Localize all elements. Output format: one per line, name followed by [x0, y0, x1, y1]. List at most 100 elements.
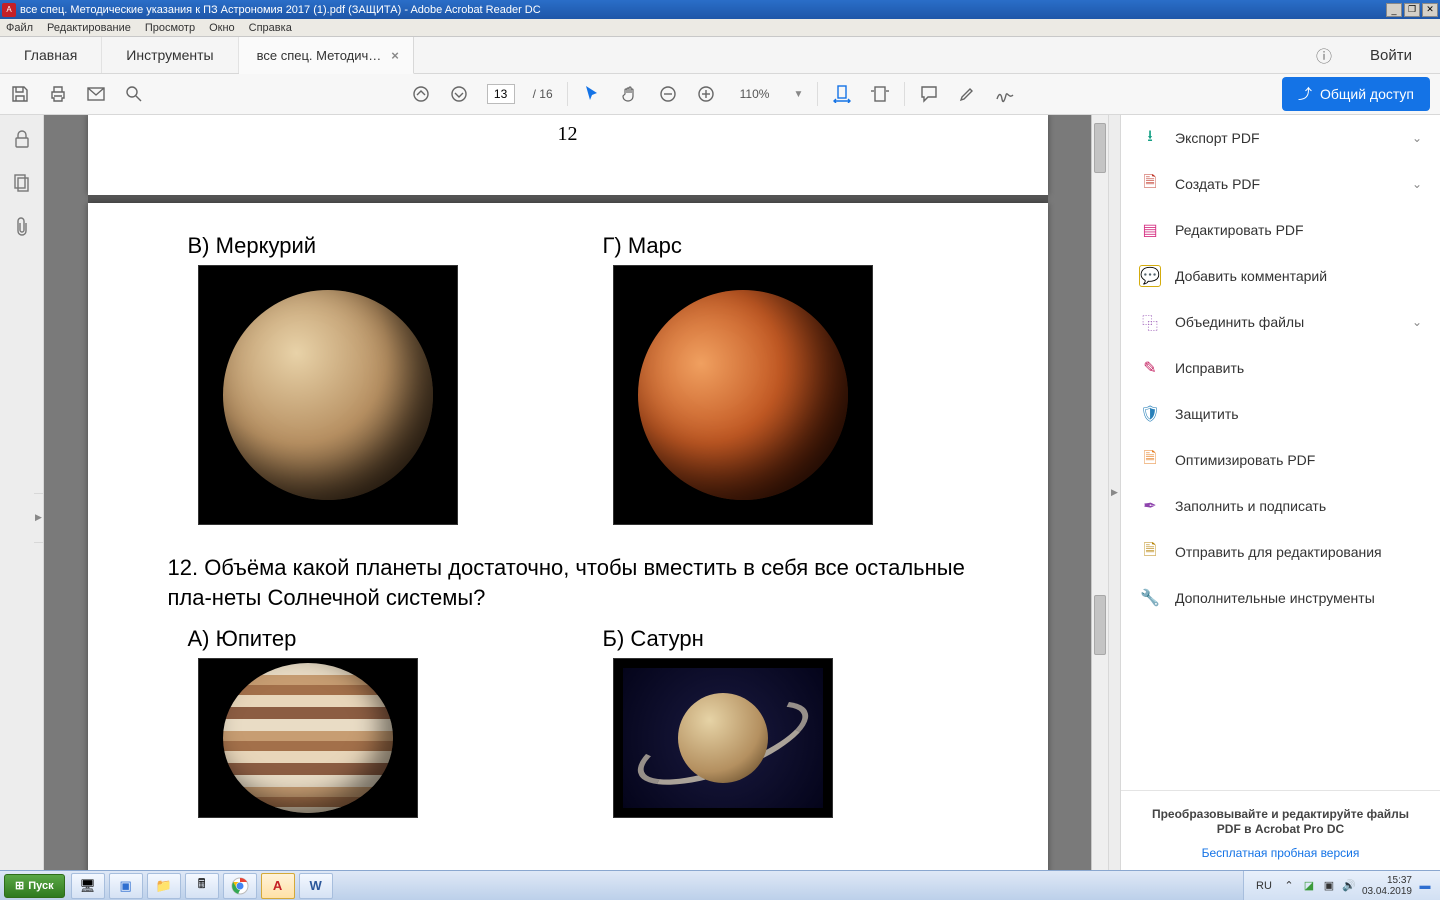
tray-network-icon[interactable]: ◪ — [1302, 879, 1316, 893]
tool-icon: ✒ — [1139, 495, 1161, 517]
promo-link[interactable]: Бесплатная пробная версия — [1139, 846, 1422, 860]
print-icon[interactable] — [48, 84, 68, 104]
mail-icon[interactable] — [86, 84, 106, 104]
save-icon[interactable] — [10, 84, 30, 104]
maximize-button[interactable]: ❐ — [1404, 3, 1420, 17]
tool-row-8[interactable]: ✒ Заполнить и подписать — [1121, 483, 1440, 529]
taskbar-calculator[interactable]: 🖩 — [185, 873, 219, 899]
thumbnails-icon[interactable] — [12, 173, 32, 193]
tool-row-7[interactable]: 🗎 Оптимизировать PDF — [1121, 437, 1440, 483]
select-tool-icon[interactable] — [582, 84, 602, 104]
highlight-icon[interactable] — [957, 84, 977, 104]
scrollbar-thumb[interactable] — [1094, 595, 1106, 655]
menu-window[interactable]: Окно — [209, 22, 235, 34]
taskbar-explorer[interactable]: 📁 — [147, 873, 181, 899]
fit-width-icon[interactable] — [832, 84, 852, 104]
menu-help[interactable]: Справка — [249, 22, 292, 34]
tray-show-desktop[interactable]: ▬ — [1418, 879, 1432, 893]
question-text: 12. Объёма какой планеты достаточно, что… — [168, 553, 968, 612]
collapse-right-panel[interactable]: ▶ — [1108, 115, 1120, 870]
close-button[interactable]: ✕ — [1422, 3, 1438, 17]
menu-view[interactable]: Просмотр — [145, 22, 195, 34]
page-number-label: 12 — [88, 115, 1048, 146]
search-icon[interactable] — [124, 84, 144, 104]
lock-icon[interactable] — [12, 129, 32, 149]
expand-left-panel[interactable]: ▶ — [34, 493, 44, 543]
sign-icon[interactable] — [995, 84, 1015, 104]
menu-file[interactable]: Файл — [6, 22, 33, 34]
tool-row-0[interactable]: ⭳ Экспорт PDF ⌄ — [1121, 115, 1440, 161]
share-label: Общий доступ — [1320, 86, 1414, 102]
taskbar-app-1[interactable]: 🖥 — [71, 873, 105, 899]
menu-edit[interactable]: Редактирование — [47, 22, 131, 34]
tool-row-2[interactable]: ▤ Редактировать PDF — [1121, 207, 1440, 253]
page-total-label: / 16 — [533, 87, 553, 101]
tool-label: Отправить для редактирования — [1175, 544, 1422, 560]
tool-row-6[interactable]: 🛡 Защитить — [1121, 391, 1440, 437]
page-down-icon[interactable] — [449, 84, 469, 104]
login-button[interactable]: Войти — [1342, 37, 1440, 73]
zoom-in-icon[interactable] — [696, 84, 716, 104]
tab-tools[interactable]: Инструменты — [102, 37, 238, 73]
tray-time: 15:37 — [1362, 875, 1412, 886]
taskbar-app-2[interactable]: ▣ — [109, 873, 143, 899]
fit-page-icon[interactable] — [870, 84, 890, 104]
document-scroll[interactable]: 12 В) Меркурий Г) Марс 12. Объёма какой … — [44, 115, 1091, 870]
tool-icon: 💬 — [1139, 265, 1161, 287]
tool-icon: ⭳ — [1139, 127, 1161, 149]
zoom-value[interactable]: 110% — [734, 87, 776, 101]
pdf-page-previous: 12 — [88, 115, 1048, 195]
tray-volume-icon[interactable]: 🔊 — [1342, 879, 1356, 893]
zoom-dropdown-icon[interactable]: ▼ — [793, 89, 803, 100]
promo-box: Преобразовывайте и редактируйте файлы PD… — [1121, 790, 1440, 870]
tab-document[interactable]: все спец. Методич… × — [239, 37, 414, 74]
chevron-down-icon: ⌄ — [1412, 315, 1422, 329]
tool-icon: 🗎 — [1139, 449, 1161, 471]
tool-label: Исправить — [1175, 360, 1422, 376]
tool-row-3[interactable]: 💬 Добавить комментарий — [1121, 253, 1440, 299]
taskbar-word[interactable]: W — [299, 873, 333, 899]
taskbar-acrobat[interactable]: A — [261, 873, 295, 899]
zoom-out-icon[interactable] — [658, 84, 678, 104]
tool-label: Дополнительные инструменты — [1175, 590, 1422, 606]
vertical-scrollbar[interactable] — [1091, 115, 1108, 870]
tool-row-5[interactable]: ✎ Исправить — [1121, 345, 1440, 391]
tray-date: 03.04.2019 — [1362, 886, 1412, 897]
tool-label: Создать PDF — [1175, 176, 1398, 192]
tool-label: Оптимизировать PDF — [1175, 452, 1422, 468]
tool-row-4[interactable]: ⿻ Объединить файлы ⌄ — [1121, 299, 1440, 345]
start-button[interactable]: ⊞ Пуск — [4, 874, 65, 898]
option-a-label: А) Юпитер — [188, 626, 553, 652]
tray-shield-icon[interactable]: ▣ — [1322, 879, 1336, 893]
tray-clock[interactable]: 15:37 03.04.2019 — [1362, 875, 1412, 897]
comment-icon[interactable] — [919, 84, 939, 104]
page-up-icon[interactable] — [411, 84, 431, 104]
tool-icon: 🗎 — [1139, 541, 1161, 563]
help-button[interactable]: ⓘ — [1306, 37, 1342, 73]
tool-label: Объединить файлы — [1175, 314, 1398, 330]
taskbar-chrome[interactable] — [223, 873, 257, 899]
tray-chevron-icon[interactable]: ⌃ — [1282, 879, 1296, 893]
tool-row-10[interactable]: 🔧 Дополнительные инструменты — [1121, 575, 1440, 621]
help-icon: ⓘ — [1316, 43, 1332, 67]
language-indicator[interactable]: RU — [1252, 880, 1276, 892]
tool-label: Заполнить и подписать — [1175, 498, 1422, 514]
windows-logo-icon: ⊞ — [15, 879, 24, 892]
minimize-button[interactable]: _ — [1386, 3, 1402, 17]
window-titlebar: A все спец. Методические указания к ПЗ А… — [0, 0, 1440, 19]
page-number-input[interactable] — [487, 84, 515, 104]
tool-row-9[interactable]: 🗎 Отправить для редактирования — [1121, 529, 1440, 575]
tab-document-label: все спец. Методич… — [257, 48, 382, 63]
scrollbar-thumb[interactable] — [1094, 123, 1106, 173]
tab-home[interactable]: Главная — [0, 37, 102, 73]
hand-tool-icon[interactable] — [620, 84, 640, 104]
saturn-image — [613, 658, 833, 818]
share-button[interactable]: ⤴ Общий доступ — [1282, 77, 1430, 111]
mars-image — [613, 265, 873, 525]
jupiter-image — [198, 658, 418, 818]
attachments-icon[interactable] — [12, 217, 32, 237]
option-g-label: Г) Марс — [603, 233, 968, 259]
right-tools-panel: ⭳ Экспорт PDF ⌄🗎 Создать PDF ⌄▤ Редактир… — [1120, 115, 1440, 870]
tab-close-icon[interactable]: × — [391, 48, 399, 63]
tool-row-1[interactable]: 🗎 Создать PDF ⌄ — [1121, 161, 1440, 207]
